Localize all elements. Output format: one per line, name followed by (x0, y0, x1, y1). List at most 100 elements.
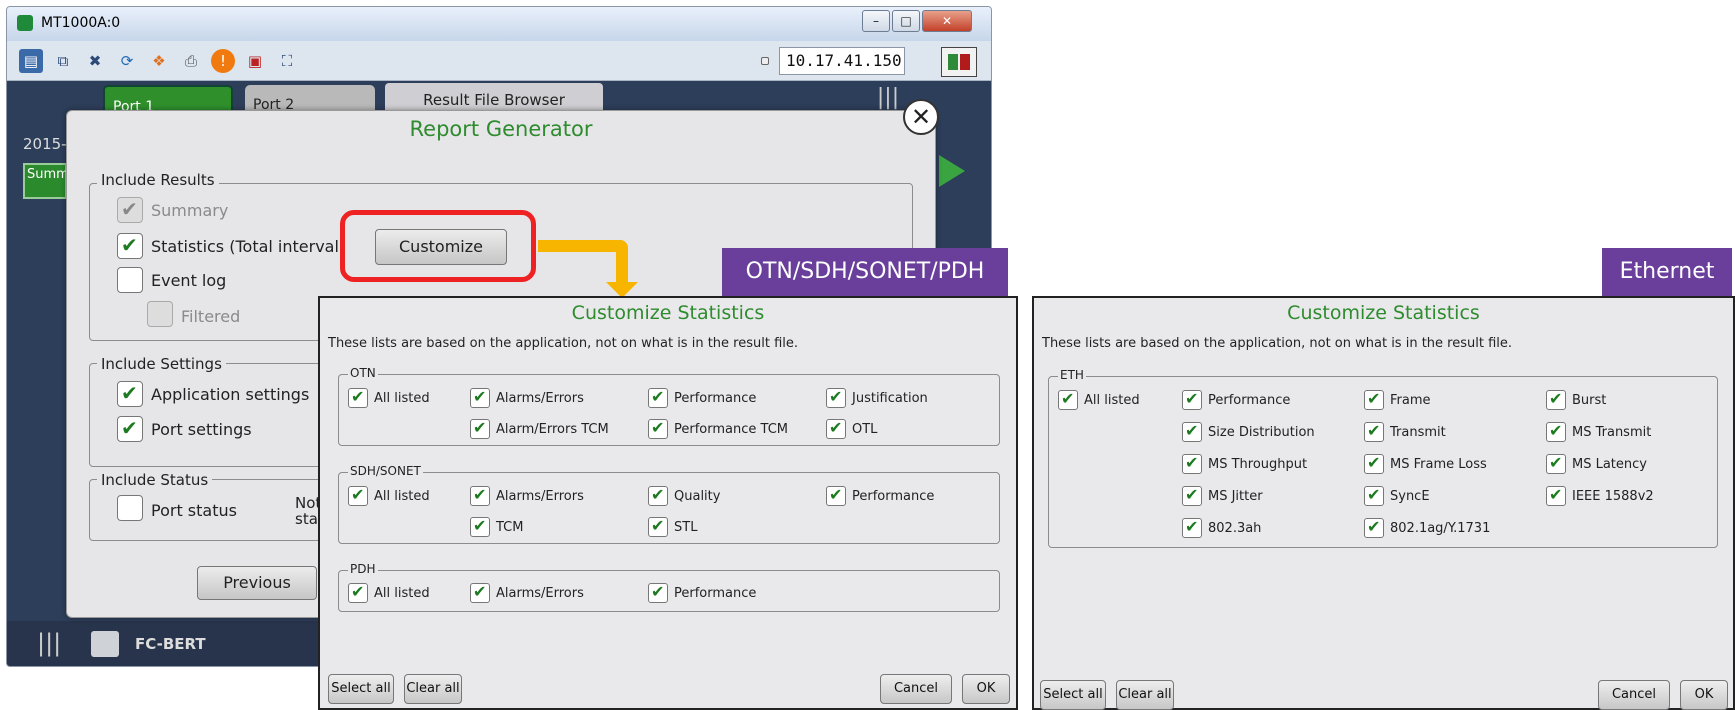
otn-alarm-errors-tcm-label: Alarm/Errors TCM (496, 422, 609, 437)
eth-ms-transmit-checkbox[interactable] (1546, 421, 1566, 442)
alert-icon[interactable]: ! (211, 49, 235, 73)
eth-ms-frame-loss-label: MS Frame Loss (1390, 457, 1487, 472)
eth-802-1ag-checkbox[interactable] (1364, 517, 1384, 538)
include-settings-label: Include Settings (97, 355, 226, 373)
otn-performance-checkbox[interactable] (648, 387, 668, 408)
eth-ms-jitter-checkbox[interactable] (1182, 485, 1202, 506)
bottom-menu-icon[interactable]: ||| (37, 629, 61, 657)
eth-802-3ah-label: 802.3ah (1208, 521, 1262, 536)
filtered-label: Filtered (181, 307, 241, 326)
otn-section (338, 374, 1000, 446)
application-settings-checkbox[interactable] (117, 381, 143, 407)
panel-title: Customize Statistics (1287, 302, 1480, 324)
ok-button[interactable]: OK (962, 674, 1010, 704)
cancel-button[interactable]: Cancel (880, 674, 952, 704)
sdh-all-listed-checkbox[interactable] (348, 485, 368, 506)
port-settings-checkbox[interactable] (117, 416, 143, 442)
otn-all-listed-checkbox[interactable] (348, 387, 368, 408)
select-all-button[interactable]: Select all (328, 674, 394, 704)
eth-transmit-checkbox[interactable] (1364, 421, 1384, 442)
application-settings-label: Application settings (151, 385, 310, 404)
otn-otl-checkbox[interactable] (826, 418, 846, 439)
otn-performance-tcm-checkbox[interactable] (648, 418, 668, 439)
sdh-all-listed-label: All listed (374, 489, 430, 504)
network-icon[interactable]: ▣ (243, 49, 267, 73)
select-all-button[interactable]: Select all (1040, 680, 1106, 710)
ip-address-field[interactable]: 10.17.41.150 (779, 47, 905, 75)
eth-ieee-1588v2-label: IEEE 1588v2 (1572, 489, 1654, 504)
eth-ieee-1588v2-checkbox[interactable] (1546, 485, 1566, 506)
statistics-label: Statistics (Total interval) (151, 237, 346, 256)
eth-synce-checkbox[interactable] (1364, 485, 1384, 506)
app-eye-icon (17, 15, 33, 31)
close-window-button[interactable]: ✕ (922, 10, 972, 32)
eth-frame-label: Frame (1390, 393, 1431, 408)
pdh-performance-label: Performance (674, 586, 757, 601)
port-status-label: Port status (151, 501, 237, 520)
port-status-checkbox[interactable] (117, 495, 143, 521)
pdh-performance-checkbox[interactable] (648, 582, 668, 603)
tools-icon[interactable]: ✖ (83, 49, 107, 73)
eth-section-label: ETH (1058, 368, 1086, 382)
eth-frame-checkbox[interactable] (1364, 389, 1384, 410)
pdh-all-listed-checkbox[interactable] (348, 582, 368, 603)
summary-checkbox[interactable] (117, 197, 143, 223)
summary-label: Summary (151, 201, 229, 220)
eth-performance-label: Performance (1208, 393, 1291, 408)
pdh-alarms-errors-checkbox[interactable] (470, 582, 490, 603)
filtered-checkbox[interactable] (147, 301, 173, 327)
sdh-alarms-errors-checkbox[interactable] (470, 485, 490, 506)
otn-alarms-errors-label: Alarms/Errors (496, 391, 584, 406)
otn-customize-panel: Customize Statistics These lists are bas… (318, 296, 1018, 710)
clear-all-button[interactable]: Clear all (1116, 680, 1174, 710)
eth-transmit-label: Transmit (1390, 425, 1446, 440)
eth-size-distribution-checkbox[interactable] (1182, 421, 1202, 442)
summary-tab[interactable]: Summ (23, 163, 69, 199)
eth-all-listed-checkbox[interactable] (1058, 389, 1078, 410)
otn-alarms-errors-checkbox[interactable] (470, 387, 490, 408)
fullscreen-icon[interactable]: ⛶ (275, 49, 299, 73)
connector-arrow-stem (616, 240, 628, 284)
eth-performance-checkbox[interactable] (1182, 389, 1202, 410)
customize-highlight (340, 210, 536, 282)
maximize-button[interactable]: □ (892, 10, 920, 32)
ok-button[interactable]: OK (1680, 680, 1728, 710)
sdh-performance-checkbox[interactable] (826, 485, 846, 506)
eth-all-listed-label: All listed (1084, 393, 1140, 408)
pdh-alarms-errors-label: Alarms/Errors (496, 586, 584, 601)
otn-otl-label: OTL (852, 422, 878, 437)
sdh-quality-checkbox[interactable] (648, 485, 668, 506)
otn-justification-checkbox[interactable] (826, 387, 846, 408)
cancel-button[interactable]: Cancel (1598, 680, 1670, 710)
sdh-tcm-checkbox[interactable] (470, 516, 490, 537)
windows-icon[interactable]: ⧉ (51, 49, 75, 73)
statistics-checkbox[interactable] (117, 233, 143, 259)
eth-802-3ah-checkbox[interactable] (1182, 517, 1202, 538)
eth-ms-latency-checkbox[interactable] (1546, 453, 1566, 474)
play-icon[interactable] (939, 155, 965, 187)
sdh-tcm-label: TCM (496, 520, 524, 535)
refresh-icon[interactable]: ⟳ (115, 49, 139, 73)
event-log-label: Event log (151, 271, 227, 290)
monitor-icon[interactable]: ▤ (19, 49, 43, 73)
eth-customize-panel: Customize Statistics These lists are bas… (1032, 296, 1735, 710)
eth-ms-latency-label: MS Latency (1572, 457, 1647, 472)
printer-icon[interactable]: ⎙ (179, 49, 203, 73)
windows-logo-icon[interactable]: ❖ (147, 49, 171, 73)
clear-all-button[interactable]: Clear all (404, 674, 462, 704)
pdh-section (338, 570, 1000, 612)
sdh-quality-label: Quality (674, 489, 721, 504)
otn-alarm-errors-tcm-checkbox[interactable] (470, 418, 490, 439)
eth-ms-throughput-checkbox[interactable] (1182, 453, 1202, 474)
sdh-stl-checkbox[interactable] (648, 516, 668, 537)
application-name: FC-BERT (135, 635, 206, 653)
event-log-checkbox[interactable] (117, 267, 143, 293)
eth-burst-checkbox[interactable] (1546, 389, 1566, 410)
previous-button[interactable]: Previous (197, 566, 317, 600)
otn-performance-label: Performance (674, 391, 757, 406)
close-icon[interactable]: ✕ (903, 99, 939, 135)
minimize-button[interactable]: – (862, 10, 890, 32)
pdh-all-listed-label: All listed (374, 586, 430, 601)
eth-size-distribution-label: Size Distribution (1208, 425, 1315, 440)
eth-ms-frame-loss-checkbox[interactable] (1364, 453, 1384, 474)
